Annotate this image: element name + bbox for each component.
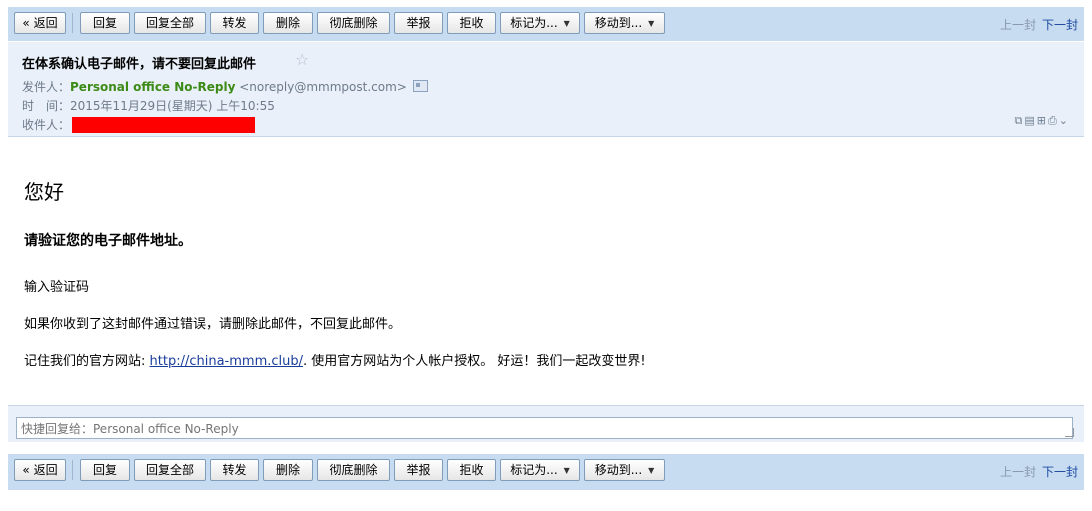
from-row: 发件人：Personal office No-Reply <noreply@mm… [22, 78, 428, 95]
mark-as-dropdown[interactable]: 标记为... ▼ [500, 12, 580, 34]
source-icon[interactable]: ▤ [1024, 114, 1036, 127]
toolbar-divider [72, 460, 73, 480]
next-message-link[interactable]: 下一封 [1042, 18, 1078, 32]
move-to-label: 移动到... [594, 16, 643, 30]
message-header: 在体系确认电子邮件，请不要回复此邮件 ☆ 发件人：Personal office… [8, 42, 1084, 137]
more-chevron-icon[interactable]: ⌄ [1059, 114, 1070, 127]
delete-button[interactable]: 删除 [263, 12, 313, 34]
chevron-down-icon: ▼ [648, 19, 655, 28]
mark-as-label: 标记为... [510, 16, 558, 30]
new-window-icon[interactable]: ⧉ [1014, 114, 1024, 127]
report-button[interactable]: 举报 [394, 459, 443, 481]
message-pager: 上一封 下一封 [1000, 463, 1078, 480]
official-site-paragraph: 记住我们的官方网站: http://china-mmm.club/. 使用官方网… [24, 350, 646, 369]
forward-button[interactable]: 转发 [210, 12, 259, 34]
report-button[interactable]: 举报 [394, 12, 443, 34]
top-toolbar: « 返回 回复 回复全部 转发 删除 彻底删除 举报 拒收 标记为... ▼ 移动… [8, 7, 1084, 41]
message-subject: 在体系确认电子邮件，请不要回复此邮件 [22, 57, 257, 72]
reject-button[interactable]: 拒收 [447, 459, 496, 481]
prev-message-link[interactable]: 上一封 [1000, 465, 1036, 479]
to-row: 收件人： [22, 116, 256, 133]
recipient-redaction [72, 117, 256, 133]
sender-email: <noreply@mmmpost.com> [239, 80, 407, 94]
star-icon[interactable]: ☆ [295, 50, 309, 69]
bottom-toolbar: « 返回 回复 回复全部 转发 删除 彻底删除 举报 拒收 标记为... ▼ 移动… [8, 454, 1084, 490]
reply-button[interactable]: 回复 [80, 459, 130, 481]
mark-as-dropdown[interactable]: 标记为... ▼ [500, 459, 580, 481]
chevron-down-icon: ▼ [563, 19, 570, 28]
reply-button[interactable]: 回复 [80, 12, 130, 34]
attachment-icon[interactable]: ⊞ [1037, 114, 1048, 127]
back-button[interactable]: « 返回 [14, 459, 66, 481]
to-label: 收件人： [22, 118, 71, 132]
delete-permanently-button[interactable]: 彻底删除 [317, 459, 390, 481]
reject-button[interactable]: 拒收 [447, 12, 496, 34]
official-site-prefix: 记住我们的官方网站: [24, 354, 150, 369]
resize-grip-icon[interactable] [1065, 428, 1074, 437]
chevron-down-icon: ▼ [563, 466, 570, 475]
back-button[interactable]: « 返回 [14, 12, 66, 34]
header-action-icons: ⧉▤⊞⎙⌄ [1014, 114, 1070, 128]
print-icon[interactable]: ⎙ [1048, 114, 1059, 127]
next-message-link[interactable]: 下一封 [1042, 465, 1078, 479]
verify-heading: 请验证您的电子邮件地址。 [24, 233, 192, 249]
error-notice-text: 如果你收到了这封邮件通过错误，请删除此邮件，不回复此邮件。 [24, 317, 402, 332]
move-to-label: 移动到... [594, 463, 643, 477]
time-label: 时 间： [22, 99, 71, 113]
verification-code-text: 输入验证码 [24, 280, 90, 295]
official-site-suffix: . 使用官方网站为个人帐户授权。 好运！我们一起改变世界! [303, 354, 646, 369]
delete-permanently-button[interactable]: 彻底删除 [317, 12, 390, 34]
delete-button[interactable]: 删除 [263, 459, 313, 481]
move-to-dropdown[interactable]: 移动到... ▼ [584, 12, 665, 34]
time-row: 时 间：2015年11月29日(星期天) 上午10:55 [22, 97, 275, 114]
prev-message-link[interactable]: 上一封 [1000, 18, 1036, 32]
official-site-link[interactable]: http://china-mmm.club/ [150, 354, 303, 369]
message-pager: 上一封 下一封 [1000, 16, 1078, 33]
sender-name[interactable]: Personal office No-Reply [70, 80, 235, 94]
move-to-dropdown[interactable]: 移动到... ▼ [584, 459, 665, 481]
reply-all-button[interactable]: 回复全部 [134, 12, 206, 34]
forward-button[interactable]: 转发 [210, 459, 259, 481]
from-label: 发件人： [22, 80, 71, 94]
quick-reply-input[interactable] [16, 417, 1073, 439]
quick-reply-area [8, 405, 1084, 442]
greeting-heading: 您好 [24, 180, 64, 204]
reply-all-button[interactable]: 回复全部 [134, 459, 206, 481]
time-value: 2015年11月29日(星期天) 上午10:55 [70, 99, 275, 113]
chevron-down-icon: ▼ [648, 466, 655, 475]
toolbar-divider [72, 13, 73, 33]
contact-card-icon[interactable] [412, 80, 428, 92]
mark-as-label: 标记为... [510, 463, 558, 477]
